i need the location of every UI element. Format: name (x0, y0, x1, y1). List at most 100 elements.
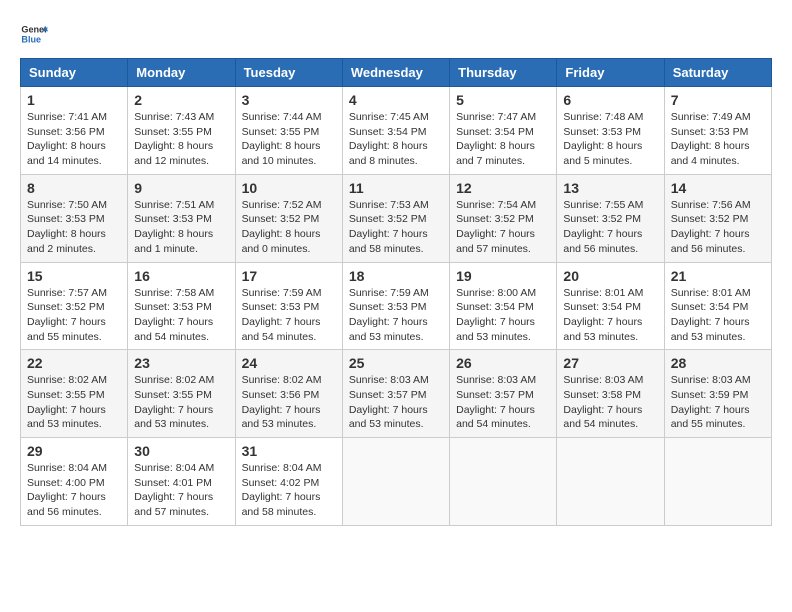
sunrise: Sunrise: 7:50 AM (27, 199, 107, 211)
day-number: 10 (242, 180, 336, 196)
calendar-cell: 20 Sunrise: 8:01 AM Sunset: 3:54 PM Dayl… (557, 262, 664, 350)
calendar-week-3: 15 Sunrise: 7:57 AM Sunset: 3:52 PM Dayl… (21, 262, 772, 350)
daylight: Daylight: 7 hours and 53 minutes. (242, 404, 321, 431)
sunrise: Sunrise: 8:03 AM (671, 374, 751, 386)
day-number: 19 (456, 268, 550, 284)
day-info: Sunrise: 7:56 AM Sunset: 3:52 PM Dayligh… (671, 198, 765, 257)
calendar-cell: 9 Sunrise: 7:51 AM Sunset: 3:53 PM Dayli… (128, 174, 235, 262)
calendar-cell: 5 Sunrise: 7:47 AM Sunset: 3:54 PM Dayli… (450, 87, 557, 175)
sunrise: Sunrise: 7:58 AM (134, 287, 214, 299)
daylight: Daylight: 7 hours and 57 minutes. (134, 491, 213, 518)
sunset: Sunset: 3:58 PM (563, 389, 641, 401)
sunset: Sunset: 4:02 PM (242, 477, 320, 489)
daylight: Daylight: 8 hours and 14 minutes. (27, 140, 106, 167)
day-number: 31 (242, 443, 336, 459)
day-number: 30 (134, 443, 228, 459)
sunset: Sunset: 3:56 PM (27, 126, 105, 138)
day-info: Sunrise: 7:41 AM Sunset: 3:56 PM Dayligh… (27, 110, 121, 169)
day-info: Sunrise: 8:02 AM Sunset: 3:55 PM Dayligh… (134, 373, 228, 432)
calendar-cell: 25 Sunrise: 8:03 AM Sunset: 3:57 PM Dayl… (342, 350, 449, 438)
calendar-cell: 11 Sunrise: 7:53 AM Sunset: 3:52 PM Dayl… (342, 174, 449, 262)
day-number: 14 (671, 180, 765, 196)
daylight: Daylight: 7 hours and 53 minutes. (349, 404, 428, 431)
daylight: Daylight: 7 hours and 56 minutes. (671, 228, 750, 255)
day-info: Sunrise: 7:52 AM Sunset: 3:52 PM Dayligh… (242, 198, 336, 257)
day-number: 17 (242, 268, 336, 284)
daylight: Daylight: 8 hours and 12 minutes. (134, 140, 213, 167)
calendar-cell: 17 Sunrise: 7:59 AM Sunset: 3:53 PM Dayl… (235, 262, 342, 350)
calendar-week-1: 1 Sunrise: 7:41 AM Sunset: 3:56 PM Dayli… (21, 87, 772, 175)
daylight: Daylight: 7 hours and 53 minutes. (456, 316, 535, 343)
sunrise: Sunrise: 7:59 AM (349, 287, 429, 299)
day-number: 11 (349, 180, 443, 196)
sunrise: Sunrise: 8:03 AM (349, 374, 429, 386)
daylight: Daylight: 8 hours and 2 minutes. (27, 228, 106, 255)
sunrise: Sunrise: 7:48 AM (563, 111, 643, 123)
calendar-cell: 6 Sunrise: 7:48 AM Sunset: 3:53 PM Dayli… (557, 87, 664, 175)
calendar-week-4: 22 Sunrise: 8:02 AM Sunset: 3:55 PM Dayl… (21, 350, 772, 438)
day-info: Sunrise: 8:03 AM Sunset: 3:57 PM Dayligh… (456, 373, 550, 432)
sunrise: Sunrise: 8:02 AM (134, 374, 214, 386)
sunset: Sunset: 3:52 PM (242, 213, 320, 225)
sunset: Sunset: 3:52 PM (456, 213, 534, 225)
sunset: Sunset: 3:55 PM (242, 126, 320, 138)
day-number: 9 (134, 180, 228, 196)
logo-icon: General Blue (20, 20, 48, 48)
sunrise: Sunrise: 7:55 AM (563, 199, 643, 211)
column-header-sunday: Sunday (21, 59, 128, 87)
day-number: 6 (563, 92, 657, 108)
day-info: Sunrise: 7:55 AM Sunset: 3:52 PM Dayligh… (563, 198, 657, 257)
daylight: Daylight: 7 hours and 54 minutes. (563, 404, 642, 431)
sunset: Sunset: 3:53 PM (563, 126, 641, 138)
day-number: 21 (671, 268, 765, 284)
daylight: Daylight: 7 hours and 53 minutes. (27, 404, 106, 431)
day-number: 15 (27, 268, 121, 284)
svg-text:Blue: Blue (21, 34, 41, 44)
column-header-saturday: Saturday (664, 59, 771, 87)
calendar-header-row: SundayMondayTuesdayWednesdayThursdayFrid… (21, 59, 772, 87)
sunrise: Sunrise: 8:00 AM (456, 287, 536, 299)
day-info: Sunrise: 7:59 AM Sunset: 3:53 PM Dayligh… (242, 286, 336, 345)
calendar-cell: 14 Sunrise: 7:56 AM Sunset: 3:52 PM Dayl… (664, 174, 771, 262)
sunrise: Sunrise: 7:56 AM (671, 199, 751, 211)
daylight: Daylight: 7 hours and 54 minutes. (134, 316, 213, 343)
calendar-cell: 18 Sunrise: 7:59 AM Sunset: 3:53 PM Dayl… (342, 262, 449, 350)
sunset: Sunset: 4:00 PM (27, 477, 105, 489)
calendar-cell: 30 Sunrise: 8:04 AM Sunset: 4:01 PM Dayl… (128, 438, 235, 526)
calendar-cell: 7 Sunrise: 7:49 AM Sunset: 3:53 PM Dayli… (664, 87, 771, 175)
sunrise: Sunrise: 7:57 AM (27, 287, 107, 299)
daylight: Daylight: 7 hours and 55 minutes. (27, 316, 106, 343)
sunset: Sunset: 3:56 PM (242, 389, 320, 401)
calendar-cell: 22 Sunrise: 8:02 AM Sunset: 3:55 PM Dayl… (21, 350, 128, 438)
daylight: Daylight: 7 hours and 57 minutes. (456, 228, 535, 255)
daylight: Daylight: 8 hours and 0 minutes. (242, 228, 321, 255)
day-number: 2 (134, 92, 228, 108)
sunset: Sunset: 3:54 PM (349, 126, 427, 138)
sunrise: Sunrise: 7:45 AM (349, 111, 429, 123)
day-info: Sunrise: 8:04 AM Sunset: 4:02 PM Dayligh… (242, 461, 336, 520)
sunrise: Sunrise: 8:02 AM (242, 374, 322, 386)
sunrise: Sunrise: 8:04 AM (134, 462, 214, 474)
sunset: Sunset: 3:54 PM (563, 301, 641, 313)
sunset: Sunset: 3:57 PM (349, 389, 427, 401)
calendar-cell (342, 438, 449, 526)
sunrise: Sunrise: 7:41 AM (27, 111, 107, 123)
calendar-cell: 10 Sunrise: 7:52 AM Sunset: 3:52 PM Dayl… (235, 174, 342, 262)
calendar-cell: 2 Sunrise: 7:43 AM Sunset: 3:55 PM Dayli… (128, 87, 235, 175)
calendar-cell: 21 Sunrise: 8:01 AM Sunset: 3:54 PM Dayl… (664, 262, 771, 350)
day-info: Sunrise: 7:50 AM Sunset: 3:53 PM Dayligh… (27, 198, 121, 257)
calendar-cell: 16 Sunrise: 7:58 AM Sunset: 3:53 PM Dayl… (128, 262, 235, 350)
daylight: Daylight: 8 hours and 8 minutes. (349, 140, 428, 167)
sunset: Sunset: 3:52 PM (671, 213, 749, 225)
calendar-cell: 8 Sunrise: 7:50 AM Sunset: 3:53 PM Dayli… (21, 174, 128, 262)
calendar-cell: 1 Sunrise: 7:41 AM Sunset: 3:56 PM Dayli… (21, 87, 128, 175)
day-number: 24 (242, 355, 336, 371)
day-info: Sunrise: 8:00 AM Sunset: 3:54 PM Dayligh… (456, 286, 550, 345)
sunrise: Sunrise: 7:44 AM (242, 111, 322, 123)
sunset: Sunset: 3:53 PM (671, 126, 749, 138)
day-number: 18 (349, 268, 443, 284)
day-number: 1 (27, 92, 121, 108)
sunset: Sunset: 3:53 PM (134, 213, 212, 225)
day-info: Sunrise: 7:43 AM Sunset: 3:55 PM Dayligh… (134, 110, 228, 169)
day-number: 29 (27, 443, 121, 459)
